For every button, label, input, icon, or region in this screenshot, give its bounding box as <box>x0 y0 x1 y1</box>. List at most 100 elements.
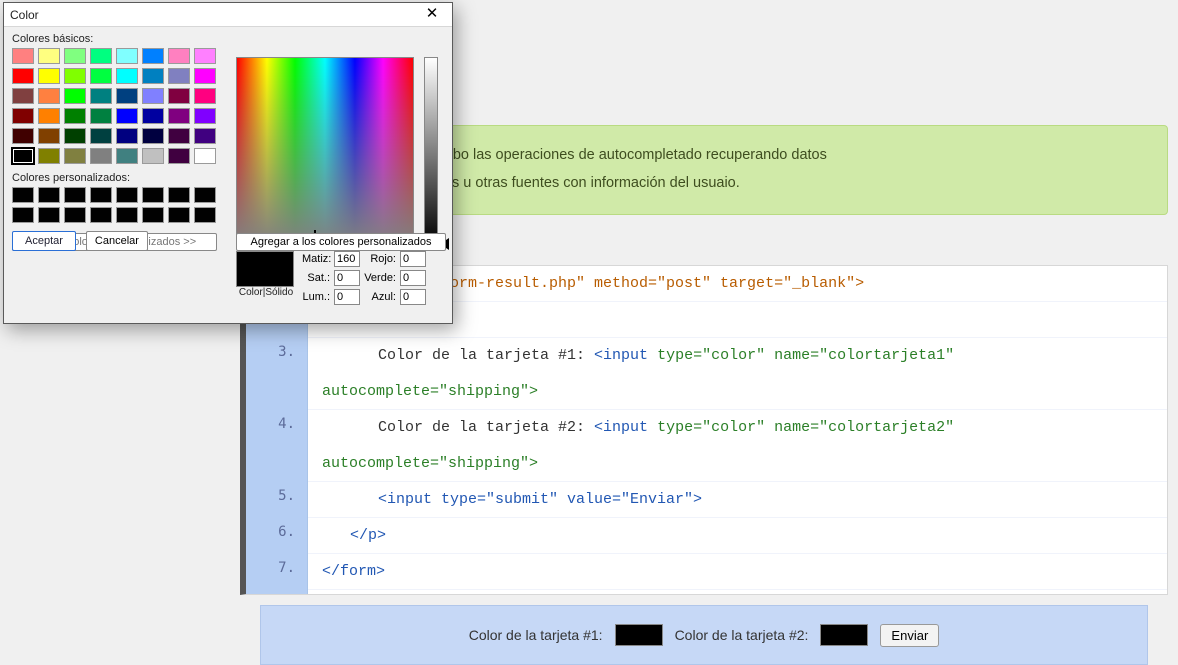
basic-swatch[interactable] <box>64 108 86 124</box>
code-row: <input type="submit" value="Enviar"> <box>308 482 1167 518</box>
custom-swatch[interactable] <box>142 207 164 223</box>
custom-swatch[interactable] <box>64 207 86 223</box>
basic-swatch[interactable] <box>12 48 34 64</box>
custom-swatch[interactable] <box>168 187 190 203</box>
basic-swatch[interactable] <box>38 128 60 144</box>
basic-swatch[interactable] <box>168 88 190 104</box>
basic-swatch[interactable] <box>90 68 112 84</box>
basic-swatch[interactable] <box>116 108 138 124</box>
custom-swatch[interactable] <box>90 187 112 203</box>
basic-swatch[interactable] <box>90 88 112 104</box>
dialog-title: Color <box>10 8 39 22</box>
custom-swatch[interactable] <box>90 207 112 223</box>
add-to-custom-button[interactable]: Agregar a los colores personalizados <box>236 233 446 251</box>
azul-input[interactable] <box>400 289 426 305</box>
basic-swatch[interactable] <box>90 128 112 144</box>
basic-swatch[interactable] <box>142 48 164 64</box>
code-row: Color de la tarjeta #1: <input type="col… <box>308 338 1167 410</box>
basic-swatch[interactable] <box>142 88 164 104</box>
gutter-7: 7. <box>245 560 295 576</box>
rojo-label: Rojo: <box>362 253 398 265</box>
basic-swatch[interactable] <box>142 108 164 124</box>
basic-swatch[interactable] <box>142 128 164 144</box>
rojo-input[interactable] <box>400 251 426 267</box>
preview-color-input-1[interactable] <box>615 624 663 646</box>
basic-swatch[interactable] <box>194 88 216 104</box>
basic-swatch[interactable] <box>142 148 164 164</box>
preview-label-2: Color de la tarjeta #2: <box>675 627 809 643</box>
basic-swatch[interactable] <box>90 108 112 124</box>
basic-swatch[interactable] <box>168 48 190 64</box>
basic-swatch[interactable] <box>12 148 34 164</box>
lum-input[interactable] <box>334 289 360 305</box>
gutter-4: 4. <box>245 416 295 432</box>
basic-swatch[interactable] <box>168 128 190 144</box>
color-preview-box <box>236 251 294 287</box>
basic-swatch[interactable] <box>116 88 138 104</box>
custom-swatch[interactable] <box>38 207 60 223</box>
custom-swatch[interactable] <box>38 187 60 203</box>
azul-label: Azul: <box>362 291 398 303</box>
basic-swatch[interactable] <box>38 48 60 64</box>
basic-swatch[interactable] <box>64 48 86 64</box>
preview-color-input-2[interactable] <box>820 624 868 646</box>
custom-swatch[interactable] <box>194 207 216 223</box>
custom-swatch[interactable] <box>142 187 164 203</box>
matiz-input[interactable] <box>334 251 360 267</box>
basic-swatch[interactable] <box>12 128 34 144</box>
basic-swatch[interactable] <box>168 108 190 124</box>
basic-swatch[interactable] <box>90 148 112 164</box>
basic-swatch[interactable] <box>38 108 60 124</box>
basic-swatch[interactable] <box>90 48 112 64</box>
lum-label: Lum.: <box>302 291 332 303</box>
ok-button[interactable]: Aceptar <box>12 231 76 251</box>
basic-swatch[interactable] <box>168 148 190 164</box>
preview-submit-button[interactable]: Enviar <box>880 624 939 647</box>
basic-colors-grid <box>12 48 224 164</box>
luminance-slider[interactable] <box>424 57 438 245</box>
basic-swatch[interactable] <box>64 128 86 144</box>
sat-input[interactable] <box>334 270 360 286</box>
basic-swatch[interactable] <box>38 88 60 104</box>
preview-label-1: Color de la tarjeta #1: <box>469 627 603 643</box>
color-dialog: Color ✕ Colores básicos: Colores persona… <box>3 2 453 324</box>
color-solid-label: Color|Sólido <box>236 287 296 298</box>
custom-swatch[interactable] <box>116 207 138 223</box>
basic-swatch[interactable] <box>38 148 60 164</box>
custom-swatch[interactable] <box>168 207 190 223</box>
basic-swatch[interactable] <box>194 108 216 124</box>
matiz-label: Matiz: <box>302 253 332 265</box>
code-row: Color de la tarjeta #2: <input type="col… <box>308 410 1167 482</box>
custom-swatch[interactable] <box>194 187 216 203</box>
verde-input[interactable] <box>400 270 426 286</box>
basic-swatch[interactable] <box>194 148 216 164</box>
sat-label: Sat.: <box>302 272 332 284</box>
basic-swatch[interactable] <box>142 68 164 84</box>
basic-swatch[interactable] <box>194 68 216 84</box>
basic-swatch[interactable] <box>12 108 34 124</box>
custom-swatch[interactable] <box>64 187 86 203</box>
custom-swatch[interactable] <box>12 187 34 203</box>
basic-swatch[interactable] <box>168 68 190 84</box>
basic-swatch[interactable] <box>64 68 86 84</box>
basic-swatch[interactable] <box>194 48 216 64</box>
gutter-5: 5. <box>245 488 295 504</box>
basic-swatch[interactable] <box>64 88 86 104</box>
custom-swatch[interactable] <box>12 207 34 223</box>
hue-sat-field[interactable] <box>236 57 414 245</box>
basic-swatch[interactable] <box>194 128 216 144</box>
basic-swatch[interactable] <box>116 128 138 144</box>
dialog-titlebar[interactable]: Color ✕ <box>4 3 452 27</box>
basic-swatch[interactable] <box>38 68 60 84</box>
basic-swatch[interactable] <box>64 148 86 164</box>
basic-swatch[interactable] <box>116 68 138 84</box>
cancel-button[interactable]: Cancelar <box>86 231 148 251</box>
gutter-3: 3. <box>245 344 295 360</box>
close-icon[interactable]: ✕ <box>418 6 446 24</box>
basic-swatch[interactable] <box>116 148 138 164</box>
basic-swatch[interactable] <box>12 88 34 104</box>
custom-swatch[interactable] <box>116 187 138 203</box>
basic-colors-label: Colores básicos: <box>12 33 224 45</box>
basic-swatch[interactable] <box>12 68 34 84</box>
basic-swatch[interactable] <box>116 48 138 64</box>
